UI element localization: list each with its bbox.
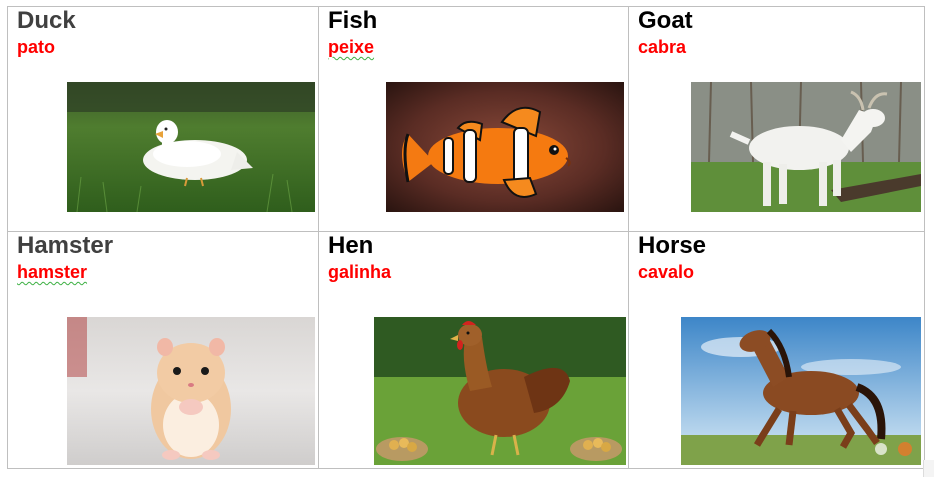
english-word: Goat (638, 7, 693, 34)
portuguese-word: cabra (638, 37, 687, 57)
english-word: Duck (17, 7, 76, 34)
english-word: Hen (328, 232, 374, 259)
portuguese-word: galinha (328, 262, 392, 282)
english-word: Fish (328, 7, 378, 34)
animal-cell-fish: Fish peixe (318, 6, 629, 232)
goat-photo (691, 82, 921, 212)
portuguese-word: pato (17, 37, 55, 57)
hamster-photo (67, 317, 315, 465)
portuguese-word: peixe (328, 37, 375, 57)
table-row: Hamster hamster Hen galinha Horse cavalo (7, 231, 925, 469)
document-page: Duck pato Fish peixe Goat cabra Hamster … (0, 0, 934, 477)
animal-cell-hamster: Hamster hamster (7, 231, 319, 469)
animal-cell-goat: Goat cabra (628, 6, 925, 232)
horse-photo (681, 317, 921, 465)
vertical-scrollbar[interactable] (923, 460, 934, 477)
english-word: Hamster (17, 232, 114, 259)
table-row: Duck pato Fish peixe Goat cabra (7, 6, 925, 232)
duck-photo (67, 82, 315, 212)
portuguese-word: cavalo (638, 262, 695, 282)
english-word: Horse (638, 232, 707, 259)
animal-cell-horse: Horse cavalo (628, 231, 925, 469)
portuguese-word: hamster (17, 262, 88, 282)
clownfish-photo (386, 82, 624, 212)
animal-cell-duck: Duck pato (7, 6, 319, 232)
hen-photo (374, 317, 626, 465)
vocabulary-table: Duck pato Fish peixe Goat cabra Hamster … (7, 6, 925, 469)
animal-cell-hen: Hen galinha (318, 231, 629, 469)
